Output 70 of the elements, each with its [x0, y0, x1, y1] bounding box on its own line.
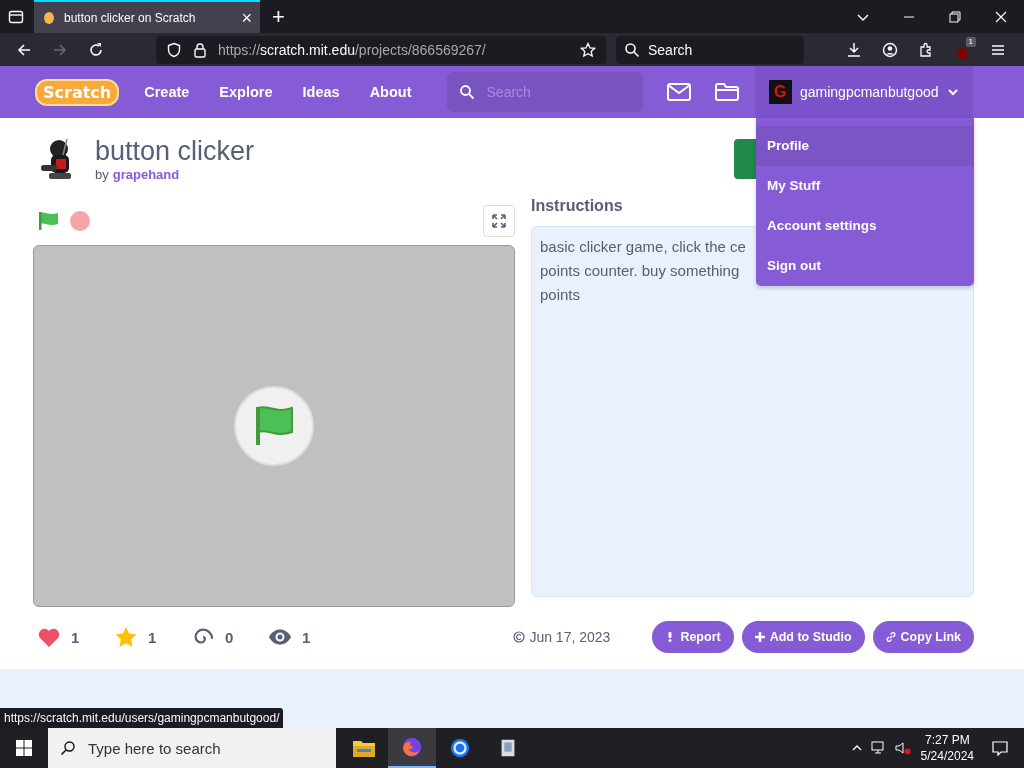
- nav-link[interactable]: About: [354, 84, 427, 100]
- instructions-text: basic clicker game, click the ce: [540, 237, 746, 257]
- shield-icon: [166, 41, 182, 58]
- back-icon[interactable]: [16, 41, 32, 58]
- by-label: by: [95, 167, 109, 182]
- url-text: https://scratch.mit.edu/projects/866569267/: [218, 41, 486, 58]
- restore-icon[interactable]: [947, 8, 963, 25]
- extension-badge: 1: [965, 36, 976, 47]
- search-placeholder: Search: [648, 41, 693, 58]
- plus-icon: [754, 632, 765, 642]
- instructions-text: points counter. buy something: [540, 261, 740, 281]
- nav-link[interactable]: Ideas: [287, 84, 355, 100]
- address-bar[interactable]: https://scratch.mit.edu/projects/866569267/: [156, 35, 606, 64]
- fox-globe-icon: [400, 736, 424, 758]
- flag-icon[interactable]: [38, 211, 60, 231]
- account-icon[interactable]: [882, 41, 898, 58]
- star-icon[interactable]: [580, 41, 596, 58]
- windows-start-icon[interactable]: [16, 740, 32, 756]
- search-placeholder: Type here to search: [88, 739, 221, 757]
- browser-tab[interactable]: button clicker on Scratch ×: [34, 0, 260, 33]
- copyright-icon: [513, 631, 526, 643]
- action-button[interactable]: Add to Studio: [741, 621, 865, 653]
- caret-icon: [946, 86, 959, 98]
- lock-icon: [192, 41, 208, 58]
- stat-count: 0: [225, 628, 234, 646]
- muted-speaker-icon[interactable]: [894, 740, 911, 756]
- action-button[interactable]: Report: [652, 621, 734, 653]
- user-menu-button[interactable]: G gamingpcmanbutgood: [754, 66, 973, 118]
- menu-item[interactable]: My Stuff: [756, 166, 974, 206]
- close-tab-button[interactable]: ×: [241, 8, 252, 27]
- search-icon: [60, 740, 76, 756]
- instructions-heading: Instructions: [531, 196, 624, 216]
- stat-count: 1: [71, 628, 80, 646]
- puzzle-icon[interactable]: [918, 41, 934, 58]
- browser-search-field[interactable]: Search: [616, 35, 804, 64]
- system-clock[interactable]: 7:27 PM 5/24/2024: [920, 732, 974, 764]
- shield-icon: [955, 46, 969, 61]
- folder-icon[interactable]: [714, 83, 739, 101]
- search-icon: [458, 84, 475, 100]
- star-icon[interactable]: [114, 626, 138, 648]
- tab-title: button clicker on Scratch: [64, 10, 197, 25]
- taskbar-search-field[interactable]: Type here to search: [48, 728, 336, 768]
- new-tab-button[interactable]: +: [272, 5, 285, 28]
- search-icon: [624, 41, 640, 58]
- share-date: Jun 17, 2023: [529, 629, 611, 645]
- stat-count: 1: [148, 628, 157, 646]
- action-button[interactable]: Copy Link: [872, 621, 974, 653]
- network-icon[interactable]: [870, 740, 887, 756]
- expand-icon: [492, 214, 506, 228]
- link-icon: [885, 632, 896, 642]
- menu-item[interactable]: Sign out: [756, 246, 974, 286]
- extension-button[interactable]: 1: [948, 36, 976, 63]
- user-avatar: G: [768, 80, 792, 104]
- nav-link[interactable]: Explore: [204, 84, 288, 100]
- fullscreen-button[interactable]: [483, 205, 515, 237]
- nav-link[interactable]: Create: [129, 84, 205, 100]
- project-title: button clicker: [95, 136, 255, 167]
- heart-icon[interactable]: [37, 626, 61, 648]
- download-icon[interactable]: [846, 41, 862, 58]
- status-url: https://scratch.mit.edu/users/gamingpcmanbutgood/: [0, 708, 284, 728]
- author-link[interactable]: grapehand: [112, 167, 180, 182]
- reload-icon[interactable]: [88, 41, 104, 58]
- stat-count: 1: [302, 628, 311, 646]
- notification-icon[interactable]: [992, 740, 1008, 756]
- menu-item[interactable]: Account settings: [756, 206, 974, 246]
- ring-icon: [448, 737, 472, 759]
- instructions-text: points: [540, 285, 581, 305]
- envelope-icon[interactable]: [666, 83, 691, 101]
- menu-item[interactable]: Profile: [756, 126, 974, 166]
- tab-list-icon[interactable]: [8, 8, 24, 25]
